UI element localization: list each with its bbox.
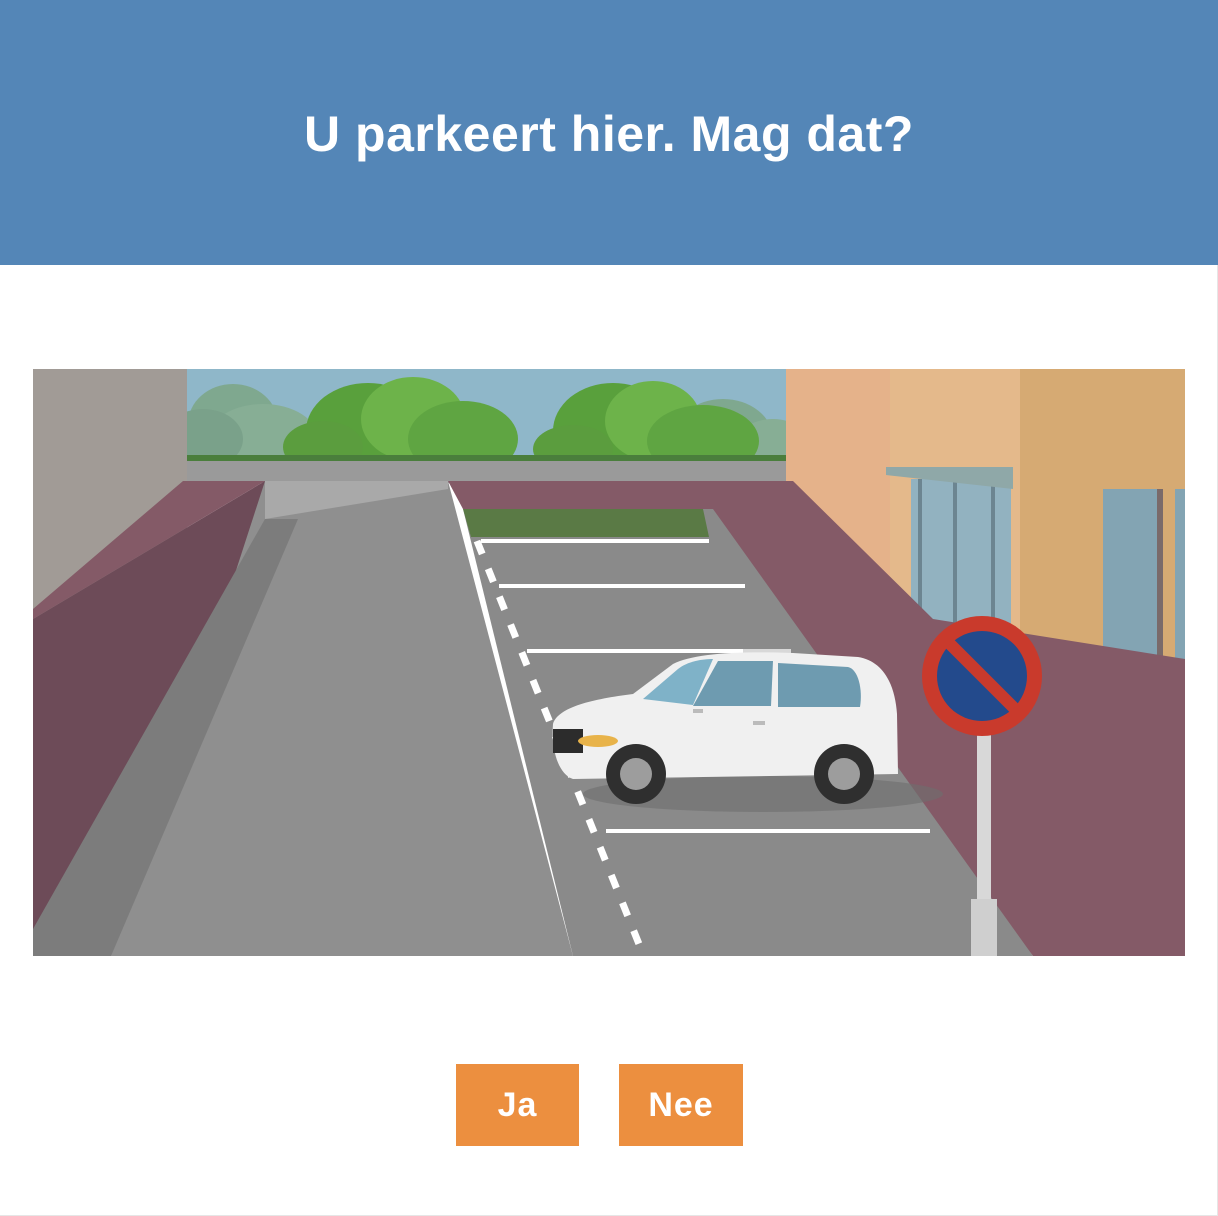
question-header: U parkeert hier. Mag dat?: [0, 0, 1218, 265]
answer-options: Ja Nee: [0, 1064, 1218, 1146]
answer-nee-button[interactable]: Nee: [619, 1064, 743, 1146]
question-title: U parkeert hier. Mag dat?: [304, 105, 914, 162]
back-road: [183, 461, 793, 483]
scene-illustration: [33, 369, 1185, 956]
grass-strip: [183, 455, 793, 461]
scene-svg: [33, 369, 1185, 956]
answer-ja-button[interactable]: Ja: [456, 1064, 579, 1146]
question-page: U parkeert hier. Mag dat? Ja Nee: [0, 0, 1218, 1216]
parking-grass: [463, 509, 709, 537]
